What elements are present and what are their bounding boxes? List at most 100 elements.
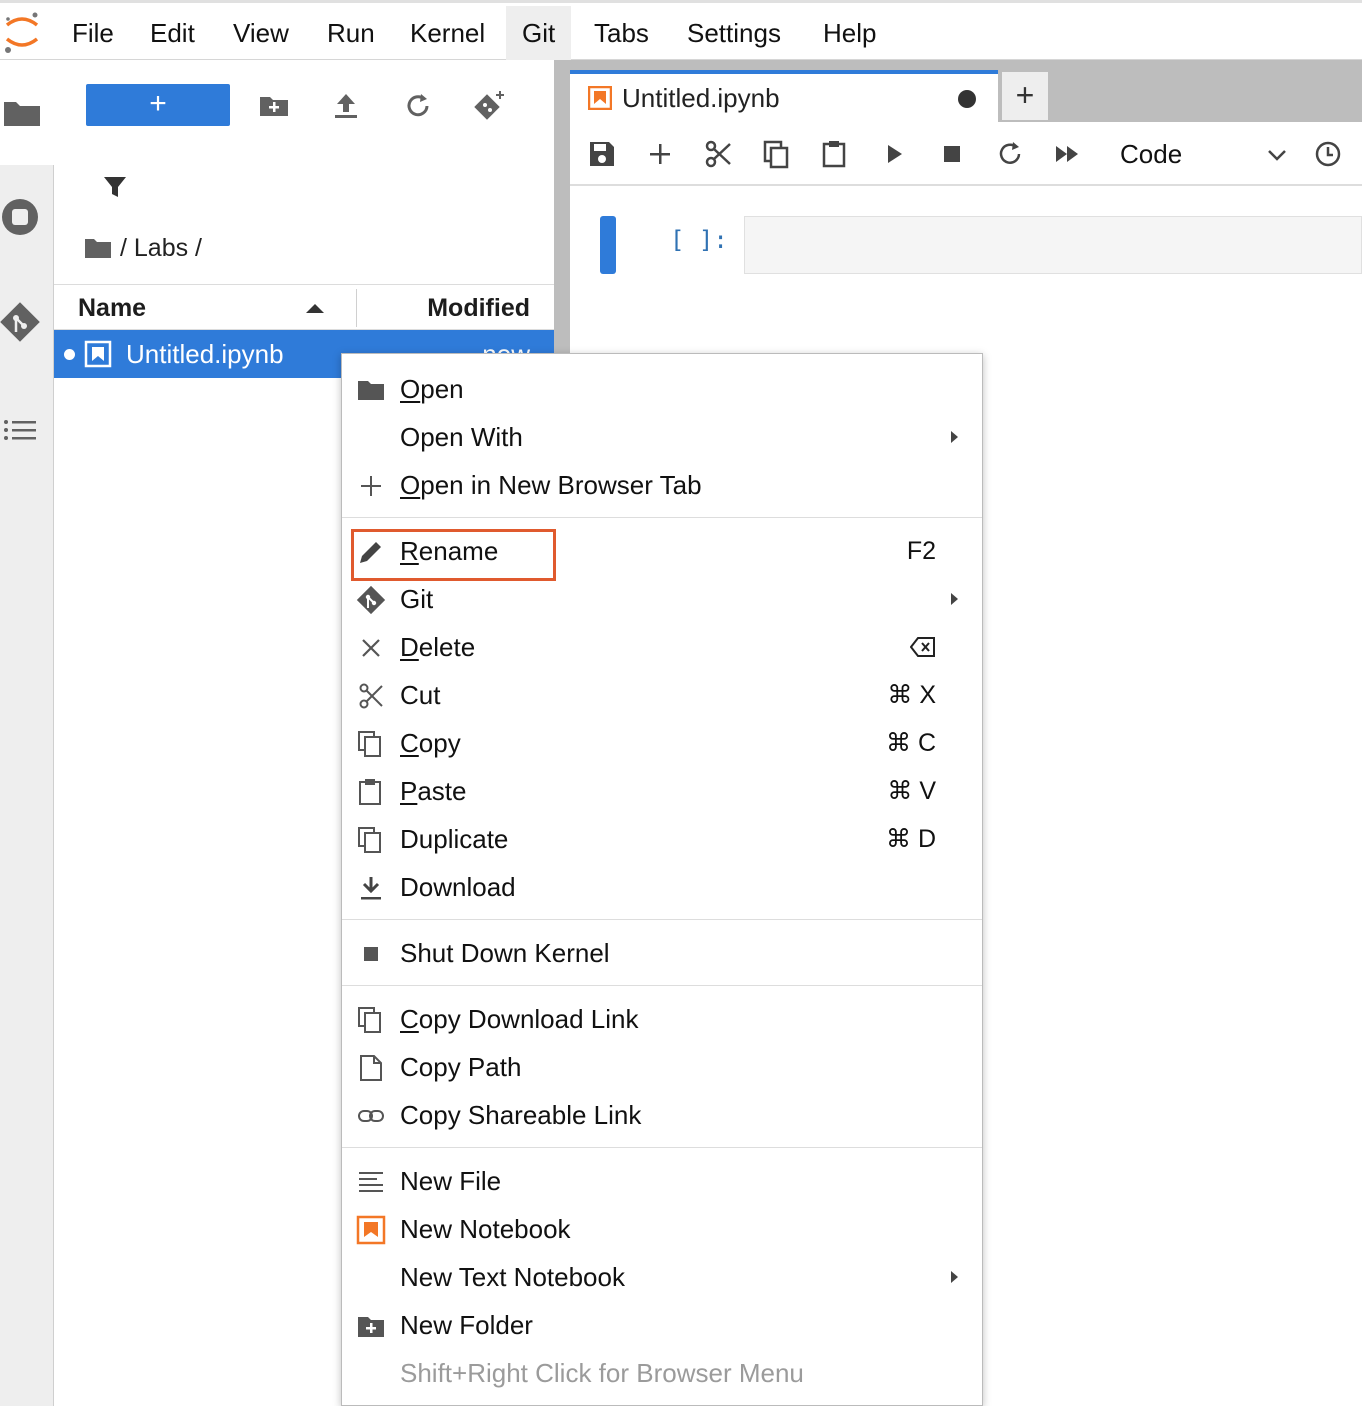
menu-item-label-rest: aste [417,776,467,806]
copy-icon [358,731,381,757]
new-launcher-button[interactable]: + [86,84,230,126]
running-indicator-icon [64,349,75,360]
activity-bar [0,60,54,1406]
menu-help[interactable]: Help [807,6,892,60]
menu-item-copy-download-link[interactable]: Copy Download Link [342,995,982,1043]
git-clone-icon[interactable] [472,88,508,124]
active-cell-indicator[interactable] [600,216,616,274]
folder-icon [358,381,384,400]
menu-separator [342,919,982,920]
notebook-toolbar: Code [570,122,1362,186]
menu-edit[interactable]: Edit [134,6,211,60]
rename-highlight-box [351,529,556,581]
shortcut: F2 [906,537,936,565]
menu-item-open[interactable]: Open [342,365,982,413]
menu-file[interactable]: File [56,6,130,60]
shortcut: ⌘ X [887,681,936,709]
menu-git[interactable]: Git [506,6,572,60]
shortcut: ⌘ D [886,825,936,853]
home-folder-icon[interactable] [84,236,112,260]
download-icon [361,877,381,900]
scissors-icon [359,683,383,709]
copy-icon [358,1007,381,1033]
add-tab-button[interactable]: + [1002,72,1048,120]
submenu-arrow-icon [951,593,958,605]
menu-item-delete[interactable]: Delete [342,623,982,671]
submenu-arrow-icon [951,1271,958,1283]
menu-item-label-rest: pen [420,374,464,404]
menu-item-label: Copy [400,728,461,758]
upload-icon[interactable] [328,88,364,124]
clipboard-icon [359,779,381,805]
cell-input[interactable] [744,216,1362,274]
interrupt-icon[interactable] [936,138,968,170]
tab-untitled-notebook[interactable]: Untitled.ipynb [570,70,998,122]
new-folder-icon [358,1317,384,1337]
column-modified[interactable]: Modified [427,285,530,331]
menu-item-copy-path[interactable]: Copy Path [342,1043,982,1091]
backspace-icon [910,637,935,657]
context-menu: Open Open With Open in New Browser Tab R… [341,353,983,1406]
menu-tabs[interactable]: Tabs [578,6,665,60]
menu-kernel[interactable]: Kernel [394,6,501,60]
restart-icon[interactable] [994,138,1026,170]
menu-item-paste[interactable]: Paste ⌘ V [342,767,982,815]
git-icon[interactable] [0,302,44,346]
save-icon[interactable] [586,138,618,170]
menu-item-copy[interactable]: Copy ⌘ C [342,719,982,767]
unsaved-dot-icon[interactable] [958,90,976,108]
submenu-arrow-icon [951,431,958,443]
menu-item-git[interactable]: Git [342,575,982,623]
kernel-status-icon [1315,141,1341,167]
menu-settings[interactable]: Settings [671,6,797,60]
copy-icon[interactable] [760,138,792,170]
menu-item-label: Delete [400,632,476,662]
menu-item-label-rest: opy Download Link [418,1004,639,1034]
menu-item-shutdown-kernel[interactable]: Shut Down Kernel [342,929,982,977]
folder-icon[interactable] [0,90,44,134]
table-of-contents-icon[interactable] [0,410,44,454]
menu-item-new-folder[interactable]: New Folder [342,1301,982,1349]
menu-item-label: Open in New Browser Tab [400,470,702,500]
menu-item-new-notebook[interactable]: New Notebook [342,1205,982,1253]
file-name: Untitled.ipynb [126,339,284,369]
menu-item-open-with[interactable]: Open With [342,413,982,461]
menu-item-download[interactable]: Download [342,863,982,911]
menu-item-copy-shareable-link[interactable]: Copy Shareable Link [342,1091,982,1139]
menu-item-label: Open With [400,422,523,452]
refresh-icon[interactable] [400,88,436,124]
insert-cell-icon[interactable] [644,138,676,170]
menu-item-label: Git [400,584,434,614]
column-divider[interactable] [356,289,357,327]
git-icon [356,585,386,615]
menu-item-duplicate[interactable]: Duplicate ⌘ D [342,815,982,863]
notebook-icon [356,1215,386,1245]
breadcrumb: / Labs / [84,230,202,266]
filter-icon[interactable] [100,172,130,202]
paste-icon[interactable] [818,138,850,170]
menu-item-label: Download [400,872,516,902]
menu-view[interactable]: View [217,6,305,60]
menu-item-new-file[interactable]: New File [342,1157,982,1205]
plus-icon [361,476,381,496]
running-kernels-icon[interactable] [0,195,44,239]
menu-run[interactable]: Run [311,6,391,60]
notebook-icon [84,340,112,368]
file-list-header: Name Modified [54,284,554,330]
jupyter-logo-icon [5,12,39,53]
new-folder-icon[interactable] [256,88,292,124]
close-icon [362,639,380,657]
menu-separator [342,985,982,986]
restart-run-all-icon[interactable] [1052,138,1084,170]
cell-type-select[interactable]: Code [1120,136,1182,172]
menu-item-new-text-notebook[interactable]: New Text Notebook [342,1253,982,1301]
menu-item-cut[interactable]: Cut ⌘ X [342,671,982,719]
menu-item-open-new-tab[interactable]: Open in New Browser Tab [342,461,982,509]
shortcut: ⌘ V [887,777,936,805]
run-icon[interactable] [878,138,910,170]
column-name[interactable]: Name [78,285,146,331]
chevron-down-icon[interactable] [1264,142,1290,168]
breadcrumb-path[interactable]: / Labs / [120,230,202,266]
menu-item-label: Paste [400,776,467,806]
cut-icon[interactable] [702,138,734,170]
